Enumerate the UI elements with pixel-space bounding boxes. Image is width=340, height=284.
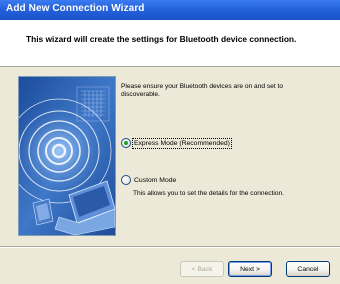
wizard-header: This wizard will create the settings for… <box>0 20 340 67</box>
bluetooth-wizard-illustration-icon <box>18 76 116 236</box>
cancel-button[interactable]: Cancel <box>286 261 330 277</box>
next-button[interactable]: Next > <box>228 261 272 277</box>
custom-mode-option[interactable]: Custom Mode <box>121 175 176 185</box>
back-button[interactable]: < Back <box>180 261 224 277</box>
title-bar[interactable]: Add New Connection Wizard <box>0 0 340 20</box>
footer-divider <box>0 246 340 248</box>
custom-mode-radio[interactable] <box>121 175 131 185</box>
window-title: Add New Connection Wizard <box>6 3 145 14</box>
express-mode-label[interactable]: Express Mode (Recommended) <box>132 137 232 149</box>
wizard-window: Add New Connection Wizard This wizard wi… <box>0 0 340 284</box>
custom-mode-label[interactable]: Custom Mode <box>134 177 176 184</box>
custom-mode-description: This allows you to set the details for t… <box>133 190 285 197</box>
express-mode-radio[interactable] <box>121 138 131 148</box>
express-mode-option[interactable]: Express Mode (Recommended) <box>121 137 232 149</box>
header-text: This wizard will create the settings for… <box>26 34 297 44</box>
instruction-text: Please ensure your Bluetooth devices are… <box>121 83 284 98</box>
